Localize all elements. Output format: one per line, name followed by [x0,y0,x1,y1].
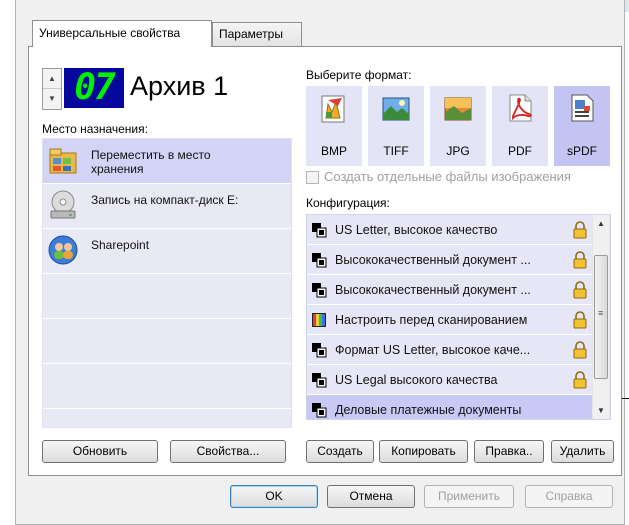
destination-item-label: Переместить в место хранения [91,148,211,176]
config-item-label: Деловые платежные документы [335,403,522,417]
format-pdf-label: PDF [508,144,532,158]
spdf-icon [571,94,594,122]
help-button[interactable]: Справка [525,485,613,508]
format-tiff-label: TIFF [383,144,409,158]
grip-icon: ≡ [598,308,604,318]
config-item[interactable]: US Legal высокого качества [307,365,593,395]
config-item-selected[interactable]: Деловые платежные документы [307,395,593,419]
destination-item-label: Sharepoint [91,238,150,252]
lock-icon [573,221,587,239]
destination-item-sharepoint[interactable]: Sharepoint [43,229,291,273]
document-config-icon [312,373,327,388]
configuration-label: Конфигурация: [306,196,390,210]
document-config-icon [312,223,327,238]
separate-files-label: Создать отдельные файлы изображения [324,169,571,184]
properties-button[interactable]: Свойства... [170,440,286,463]
ok-button[interactable]: OK [230,485,318,508]
lock-icon [573,251,587,269]
checkbox-box[interactable] [306,171,319,184]
spin-down-arrow-icon[interactable]: ▼ [43,89,61,109]
destination-item-cd[interactable]: Запись на компакт-диск E: [43,184,291,228]
edit-button[interactable]: Правка.. [474,440,544,463]
lock-icon [573,281,587,299]
config-item-label: Высококачественный документ ... [335,253,531,267]
spin-up-arrow-icon[interactable]: ▲ [43,69,61,89]
scroll-up-arrow-icon[interactable]: ▲ [593,215,609,232]
config-item-label: US Legal высокого качества [335,373,498,387]
apply-button[interactable]: Применить [424,485,514,508]
refresh-button[interactable]: Обновить [42,440,158,463]
format-bmp[interactable]: BMP [306,86,362,166]
tab-parameters[interactable]: Параметры [212,22,302,46]
sharepoint-icon [48,235,78,265]
config-item-label: Формат US Letter, высокое каче... [335,343,531,357]
profile-number-display: 07 [64,68,124,108]
document-config-icon [312,343,327,358]
format-spdf-label: sPDF [567,144,597,158]
format-label: Выберите формат: [306,68,412,82]
destination-item-storage[interactable]: Переместить в место хранения [43,139,291,183]
copy-button[interactable]: Копировать [379,440,468,463]
config-item[interactable]: Высококачественный документ ... [307,245,593,275]
format-jpg[interactable]: JPG [430,86,486,166]
cd-drive-icon [50,190,76,219]
delete-button[interactable]: Удалить [551,440,614,463]
config-item-label: Высококачественный документ ... [335,283,531,297]
config-item[interactable]: US Letter, высокое качество [307,215,593,245]
lock-icon [573,371,587,389]
format-tiff[interactable]: TIFF [368,86,424,166]
destination-item-label: Запись на компакт-диск E: [91,193,239,207]
folder-storage-icon [49,148,77,174]
scroll-down-arrow-icon[interactable]: ▼ [593,402,609,419]
tab-universal-properties[interactable]: Универсальные свойства [32,20,212,47]
jpg-icon [444,97,472,121]
config-item[interactable]: Формат US Letter, высокое каче... [307,335,593,365]
document-config-icon [312,253,327,268]
profile-number-spinner[interactable]: ▲ ▼ [42,68,62,110]
lock-icon [573,341,587,359]
config-item-label: US Letter, высокое качество [335,223,498,237]
destination-list[interactable]: Переместить в место хранения Запись на к… [42,138,292,428]
format-bmp-label: BMP [320,144,347,158]
configuration-list[interactable]: US Letter, высокое качество Высококачест… [306,214,611,420]
document-config-icon [312,283,327,298]
pdf-icon [509,94,532,122]
divider [43,273,291,274]
lock-icon [573,311,587,329]
destination-label: Место назначения: [42,122,148,136]
format-spdf[interactable]: sPDF [554,86,610,166]
create-button[interactable]: Создать [306,440,374,463]
format-jpg-label: JPG [446,144,470,158]
scrollbar-thumb[interactable]: ≡ [594,255,608,379]
config-item[interactable]: Высококачественный документ ... [307,275,593,305]
tiff-icon [382,97,410,121]
document-config-icon [312,403,327,418]
cancel-button[interactable]: Отмена [327,485,415,508]
divider [43,363,291,364]
format-pdf[interactable]: PDF [492,86,548,166]
configuration-scrollbar[interactable]: ▲ ≡ ▼ [592,215,609,419]
config-item-label: Настроить перед сканированием [335,313,528,327]
config-item[interactable]: Настроить перед сканированием [307,305,593,335]
bmp-icon [321,95,345,123]
divider [43,408,291,409]
profile-name: Архив 1 [130,71,229,101]
color-bars-icon [312,313,326,327]
divider [43,318,291,319]
